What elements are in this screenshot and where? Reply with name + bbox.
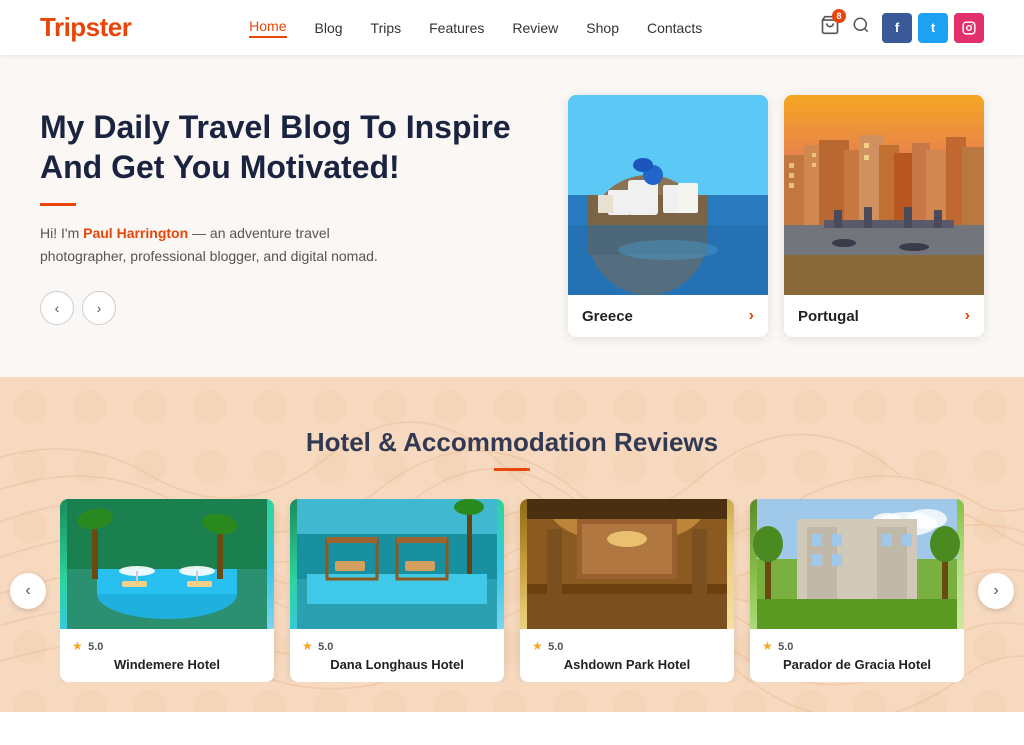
nav-shop[interactable]: Shop <box>586 20 619 36</box>
hotel-image-4 <box>750 499 964 629</box>
header-actions: 8 f t <box>820 13 984 43</box>
hotel-info-4: ★ 5.0 Parador de Gracia Hotel <box>750 629 964 682</box>
site-logo[interactable]: Tripster <box>40 12 131 43</box>
hotel-image-2 <box>290 499 504 629</box>
hotel-name-2: Dana Longhaus Hotel <box>302 657 492 672</box>
portugal-card-label: Portugal › <box>784 295 984 337</box>
greece-card-label: Greece › <box>568 295 768 337</box>
hotel-name-4: Parador de Gracia Hotel <box>762 657 952 672</box>
twitter-button[interactable]: t <box>918 13 948 43</box>
facebook-button[interactable]: f <box>882 13 912 43</box>
hero-author: Paul Harrington <box>83 225 188 241</box>
nav-home[interactable]: Home <box>249 18 286 38</box>
hotel-cards: ★ 5.0 Windemere Hotel <box>60 499 964 682</box>
hero-divider <box>40 203 76 206</box>
destination-card-greece[interactable]: Greece › <box>568 95 768 337</box>
hero-content: My Daily Travel Blog To Inspire And Get … <box>40 107 568 325</box>
site-header: Tripster Home Blog Trips Features Review… <box>0 0 1024 55</box>
cart-badge: 8 <box>832 9 846 23</box>
logo-text-suffix: ster <box>86 12 132 42</box>
reviews-next-button[interactable]: › <box>978 573 1014 609</box>
nav-blog[interactable]: Blog <box>315 20 343 36</box>
nav-review[interactable]: Review <box>512 20 558 36</box>
hotel-stars-4: ★ 5.0 <box>762 639 952 653</box>
hotel-card-2[interactable]: ★ 5.0 Dana Longhaus Hotel <box>290 499 504 682</box>
nav-trips[interactable]: Trips <box>371 20 402 36</box>
hotel-stars-1: ★ 5.0 <box>72 639 262 653</box>
reviews-prev-button[interactable]: ‹ <box>10 573 46 609</box>
hero-desc-prefix: Hi! I'm <box>40 225 83 241</box>
hotel-stars-2: ★ 5.0 <box>302 639 492 653</box>
hotel-name-3: Ashdown Park Hotel <box>532 657 722 672</box>
cart-button[interactable]: 8 <box>820 15 840 40</box>
search-button[interactable] <box>852 16 870 39</box>
hotel-card-3[interactable]: ★ 5.0 Ashdown Park Hotel <box>520 499 734 682</box>
hotel-card-4[interactable]: ★ 5.0 Parador de Gracia Hotel <box>750 499 964 682</box>
destination-card-portugal[interactable]: Portugal › <box>784 95 984 337</box>
main-nav: Home Blog Trips Features Review Shop Con… <box>249 18 702 38</box>
hero-description: Hi! I'm Paul Harrington — an adventure t… <box>40 222 380 267</box>
hero-prev-button[interactable]: ‹ <box>40 291 74 325</box>
hero-navigation: ‹ › <box>40 291 528 325</box>
hotel-image-1 <box>60 499 274 629</box>
destination-cards: Greece › <box>568 95 984 337</box>
hero-section: My Daily Travel Blog To Inspire And Get … <box>0 55 1024 377</box>
hotel-image-3 <box>520 499 734 629</box>
hotel-info-2: ★ 5.0 Dana Longhaus Hotel <box>290 629 504 682</box>
reviews-divider <box>494 468 530 471</box>
hotel-stars-3: ★ 5.0 <box>532 639 722 653</box>
greece-name: Greece <box>582 308 633 325</box>
hero-title: My Daily Travel Blog To Inspire And Get … <box>40 107 528 187</box>
portugal-image <box>784 95 984 295</box>
logo-text-prefix: Trip <box>40 12 86 42</box>
social-links: f t <box>882 13 984 43</box>
hotel-name-1: Windemere Hotel <box>72 657 262 672</box>
greece-arrow: › <box>749 307 754 325</box>
reviews-section: Hotel & Accommodation Reviews ‹ <box>0 377 1024 712</box>
greece-image <box>568 95 768 295</box>
nav-contacts[interactable]: Contacts <box>647 20 702 36</box>
reviews-title: Hotel & Accommodation Reviews <box>0 427 1024 458</box>
hotel-card-1[interactable]: ★ 5.0 Windemere Hotel <box>60 499 274 682</box>
instagram-button[interactable] <box>954 13 984 43</box>
portugal-arrow: › <box>965 307 970 325</box>
nav-features[interactable]: Features <box>429 20 484 36</box>
reviews-slider: ‹ <box>0 499 1024 682</box>
hotel-info-1: ★ 5.0 Windemere Hotel <box>60 629 274 682</box>
hero-next-button[interactable]: › <box>82 291 116 325</box>
portugal-name: Portugal <box>798 308 859 325</box>
hotel-info-3: ★ 5.0 Ashdown Park Hotel <box>520 629 734 682</box>
